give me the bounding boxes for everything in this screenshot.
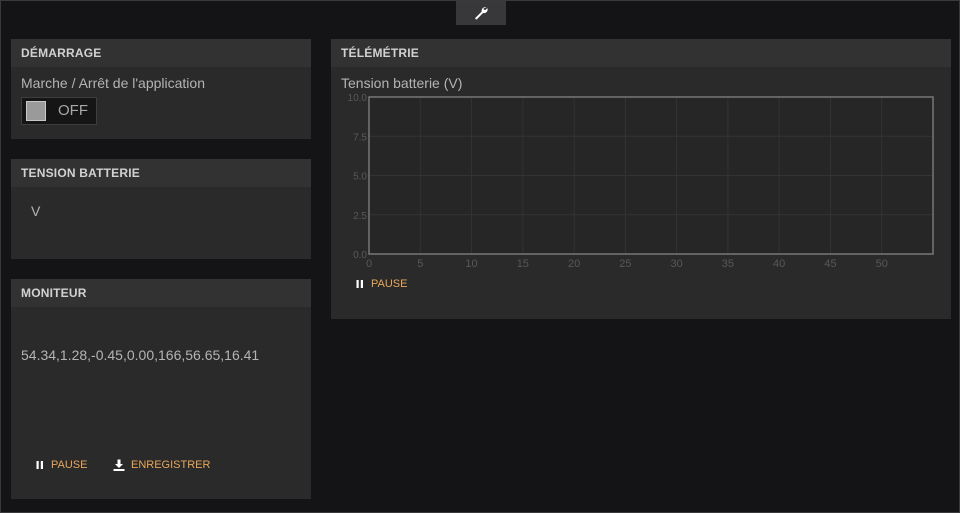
voltage-chart: 0 5 10 15 20 25 30 35 40 45 5010.07.55.02.50.0 — [348, 93, 934, 270]
monitor-pause-label: PAUSE — [51, 459, 88, 471]
y-tick-label: 2.5 — [353, 211, 367, 222]
x-tick-label: 30 — [671, 258, 683, 270]
x-tick-label: 15 — [517, 258, 529, 270]
toggle-state-text: OFF — [58, 102, 88, 119]
settings-tab[interactable] — [456, 1, 506, 25]
y-tick-label: 5.0 — [353, 172, 367, 183]
telemetry-panel: TÉLÉMÉTRIE Tension batterie (V) 0 5 10 15 20… — [331, 39, 951, 319]
download-icon — [113, 459, 125, 471]
app-power-toggle[interactable]: OFF — [21, 97, 97, 125]
x-tick-label: 45 — [824, 258, 836, 270]
pause-icon — [36, 461, 43, 469]
pause-icon — [356, 280, 363, 288]
x-tick-label: 50 — [876, 258, 888, 270]
monitor-panel: MONITEUR 54.34,1.28,-0.45,0.00,166,56.65… — [11, 279, 311, 499]
monitor-save-label: ENREGISTRER — [131, 459, 211, 471]
monitor-line: 54.34,1.28,-0.45,0.00,166,56.65,16.41 — [21, 347, 260, 363]
monitor-save-button[interactable]: ENREGISTRER — [113, 459, 210, 471]
x-tick-label: 10 — [465, 258, 477, 270]
monitor-pause-button[interactable]: PAUSE — [35, 459, 87, 471]
x-tick-label: 25 — [619, 258, 631, 270]
battery-voltage-title: TENSION BATTERIE — [11, 159, 311, 187]
startup-panel: DÉMARRAGE Marche / Arrêt de l'applicatio… — [11, 39, 311, 139]
toggle-knob — [26, 101, 46, 121]
telemetry-title: TÉLÉMÉTRIE — [331, 39, 951, 67]
wrench-icon — [475, 7, 488, 20]
telemetry-pause-label: PAUSE — [371, 278, 408, 290]
x-tick-label: 35 — [722, 258, 734, 270]
app-toggle-label: Marche / Arrêt de l'application — [21, 75, 205, 91]
y-tick-label: 7.5 — [353, 132, 367, 143]
telemetry-pause-button[interactable]: PAUSE — [355, 278, 407, 290]
x-tick-label: 5 — [417, 258, 423, 270]
app-window: DÉMARRAGE Marche / Arrêt de l'applicatio… — [0, 0, 960, 513]
startup-panel-title: DÉMARRAGE — [11, 39, 311, 67]
y-tick-label: 0.0 — [353, 250, 367, 261]
monitor-title: MONITEUR — [11, 279, 311, 307]
y-tick-label: 10.0 — [348, 93, 368, 104]
x-tick-label: 20 — [568, 258, 580, 270]
x-tick-label: 40 — [773, 258, 785, 270]
battery-voltage-unit: V — [31, 203, 41, 219]
battery-voltage-panel: TENSION BATTERIE V — [11, 159, 311, 259]
